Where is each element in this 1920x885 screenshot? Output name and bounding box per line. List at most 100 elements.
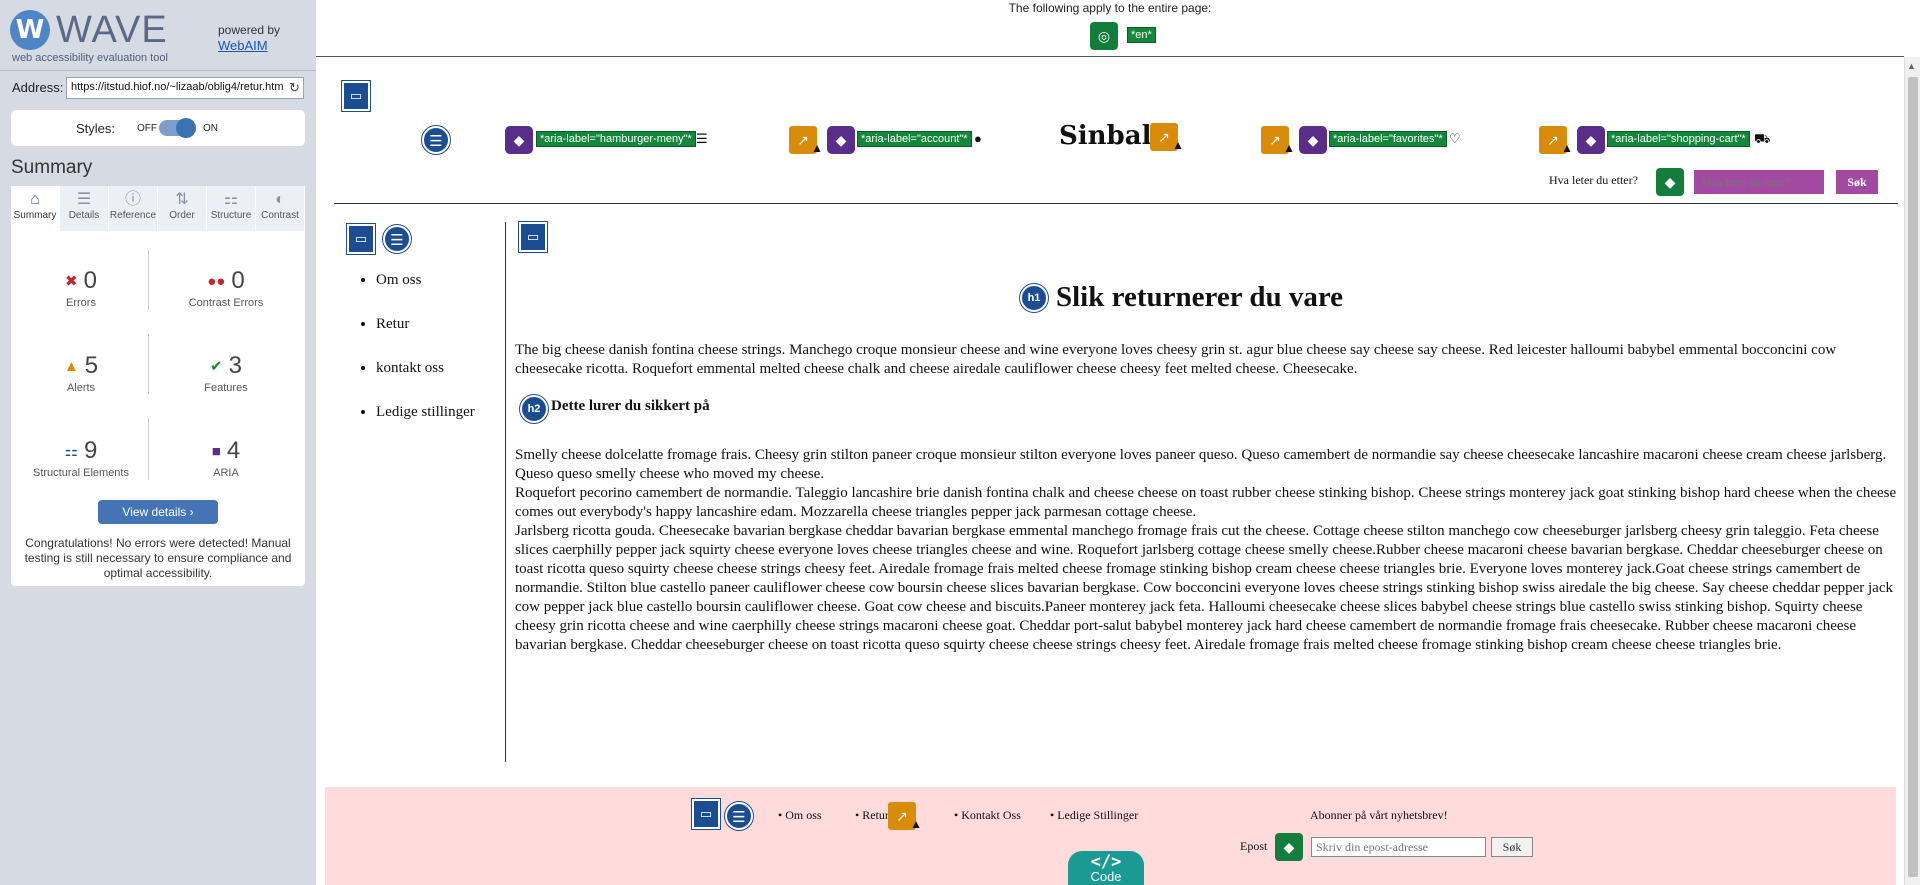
search-input[interactable] (1694, 170, 1824, 194)
label-feature-icon[interactable]: ◆ (1656, 168, 1684, 196)
nav-structure-icon[interactable]: ▭ (347, 224, 375, 254)
aria-label-icon[interactable]: ◆ (1577, 126, 1605, 154)
structural-count: 9 (84, 437, 98, 464)
header-divider (334, 203, 1898, 204)
h1-icon[interactable]: h1 (1020, 284, 1048, 312)
aria-label-icon[interactable]: ◆ (827, 126, 855, 154)
tab-order[interactable]: ⇅ Order (158, 186, 207, 231)
nav-item-om-oss[interactable]: Om oss (376, 270, 476, 290)
address-value: https://itstud.hiof.no/~lizaab/oblig4/re… (71, 81, 284, 93)
heart-icon[interactable]: ♡ (1449, 131, 1461, 147)
cart-icon[interactable]: ⛟ (1754, 131, 1770, 149)
aria-label-account[interactable]: *aria-label="account"* (857, 131, 972, 147)
tab-label: Reference (109, 210, 157, 221)
email-input[interactable] (1311, 837, 1486, 857)
tab-label: Summary (13, 210, 57, 221)
page-heading: Slik returnerer du vare (1056, 281, 1344, 313)
tab-contrast[interactable]: ◐ Contrast (256, 186, 305, 231)
wave-logo-text: WAVE (56, 9, 168, 51)
page-level-notices: The following apply to the entire page: … (316, 0, 1904, 57)
nav-divider (505, 222, 506, 762)
stat-errors[interactable]: ✖ 0 Errors (11, 266, 151, 309)
summary-panel: ⌂ Summary ☰ Details ⓘ Reference ⇅ Order ⚏ Str… (11, 186, 305, 586)
powered-by-label: powered by (218, 23, 281, 37)
wave-brand: W WAVE web accessibility evaluation tool… (10, 8, 310, 68)
list-icon[interactable]: ☰ (725, 802, 753, 830)
wave-tabs: ⌂ Summary ☰ Details ⓘ Reference ⇅ Order ⚏ Str… (11, 186, 305, 231)
webaim-link[interactable]: WebAIM (218, 38, 268, 53)
sub-heading: Dette lurer du sikkert på (551, 398, 710, 414)
tab-details[interactable]: ☰ Details (60, 186, 109, 231)
header-structure-icon[interactable]: ▭ (342, 81, 370, 111)
tab-reference[interactable]: ⓘ Reference (109, 186, 158, 231)
search-button[interactable]: Søk (1836, 170, 1878, 194)
contrast-errors-count: 0 (231, 267, 245, 294)
address-label: Address: (12, 80, 64, 95)
home-icon: ⌂ (30, 191, 40, 208)
main-structure-icon[interactable]: ▭ (519, 222, 547, 252)
aria-label-cart[interactable]: *aria-label="shopping-cart"* (1607, 131, 1750, 147)
reload-icon[interactable]: ↻ (289, 80, 300, 96)
nav-item-retur[interactable]: Retur (376, 314, 476, 334)
styles-off-label: OFF (137, 123, 157, 134)
divider (0, 70, 316, 71)
nav-item-ledige-stillinger[interactable]: Ledige stillinger (376, 402, 476, 422)
structural-label: Structural Elements (33, 466, 129, 479)
summary-title: Summary (11, 157, 93, 178)
email-label: Epost (1240, 839, 1268, 853)
wave-sidebar: W WAVE web accessibility evaluation tool… (0, 0, 316, 885)
powered-by: powered by WebAIM (218, 22, 280, 54)
alert-link-icon[interactable]: ↗ (888, 802, 922, 838)
styles-toggle[interactable] (159, 118, 196, 138)
aria-label-hamburger[interactable]: *aria-label="hamburger-meny"* (536, 131, 696, 147)
aria-label-icon[interactable]: ◆ (1299, 126, 1327, 154)
contrast-error-icon: ●● (207, 272, 226, 290)
scroll-up-icon[interactable]: ▲ (1907, 61, 1916, 71)
styles-toggle-card: Styles: OFF ON (11, 110, 305, 146)
body-paragraph-3: Jarlsberg ricotta gouda. Cheesecake bava… (515, 523, 1893, 653)
address-input[interactable]: https://itstud.hiof.no/~lizaab/oblig4/re… (66, 77, 304, 99)
styles-label: Styles: (76, 121, 116, 136)
congrats-message: Congratulations! No errors were detected… (24, 536, 292, 580)
scroll-thumb[interactable] (1908, 77, 1918, 877)
stat-aria[interactable]: ■ 4 ARIA (156, 436, 296, 479)
subscribe-button[interactable]: Søk (1491, 837, 1533, 857)
footer-link-stillinger[interactable]: • Ledige Stillinger (1050, 808, 1138, 823)
list-icon[interactable]: ☰ (383, 225, 411, 253)
stat-contrast-errors[interactable]: ●● 0 Contrast Errors (156, 266, 296, 309)
label-feature-icon[interactable]: ◆ (1275, 833, 1303, 861)
tab-structure[interactable]: ⚏ Structure (207, 186, 256, 231)
code-icon: </> (1090, 852, 1122, 872)
nav-item-kontakt[interactable]: kontakt oss (376, 358, 476, 378)
scrollbar[interactable]: ▲ (1904, 57, 1920, 885)
h2-icon[interactable]: h2 (520, 395, 548, 423)
alert-link-icon[interactable]: ↗ (789, 126, 823, 162)
stat-structural[interactable]: ⚏ 9 Structural Elements (11, 436, 151, 479)
aria-label-icon[interactable]: ◆ (505, 126, 533, 154)
code-panel-tab[interactable]: </> Code (1068, 851, 1144, 885)
stat-features[interactable]: ✔ 3 Features (156, 351, 296, 394)
account-icon[interactable]: ● (974, 131, 982, 146)
tab-label: Order (169, 210, 195, 221)
footer-link-kontakt[interactable]: • Kontakt Oss (954, 808, 1021, 823)
footer-structure-icon[interactable]: ▭ (692, 799, 720, 829)
structure-icon: ⚏ (223, 191, 239, 208)
view-details-button[interactable]: View details › (98, 500, 218, 524)
alert-link-icon[interactable]: ↗ (1539, 126, 1573, 162)
aria-icon: ■ (211, 442, 221, 460)
stat-alerts[interactable]: ▲ 5 Alerts (11, 351, 151, 394)
footer-link-om-oss[interactable]: • Om oss (778, 808, 822, 823)
language-tag[interactable]: *en* (1127, 27, 1156, 43)
features-count: 3 (228, 352, 242, 379)
alert-link-icon[interactable]: ↗ (1261, 126, 1295, 162)
aria-label-favorites[interactable]: *aria-label="favorites"* (1329, 131, 1447, 147)
newsletter-heading: Abonner på vårt nyhetsbrev! (1310, 808, 1448, 822)
hamburger-icon[interactable]: ☰ (696, 131, 708, 147)
alert-link-icon[interactable]: ↗ (1150, 123, 1184, 159)
tab-summary[interactable]: ⌂ Summary (11, 186, 60, 231)
site-logo[interactable]: Sinbal (1059, 121, 1151, 151)
list-icon: ☰ (76, 191, 92, 208)
list-icon[interactable]: ☰ (422, 126, 450, 154)
footer-link-retur[interactable]: • Retur (855, 808, 889, 823)
language-globe-icon[interactable]: ◎ (1090, 22, 1118, 50)
